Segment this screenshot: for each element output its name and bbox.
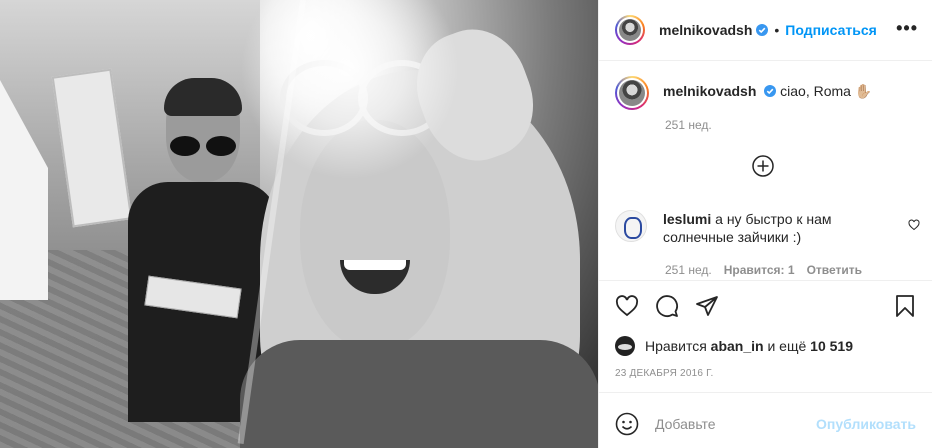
photo-man-glasses <box>168 136 238 158</box>
verified-badge-icon <box>764 85 777 97</box>
liker-username[interactable]: aban_in <box>711 338 764 354</box>
verified-badge-icon <box>756 24 769 36</box>
more-options-icon[interactable]: ••• <box>896 18 918 39</box>
hand-emoji-icon: ✋🏼 <box>854 83 873 99</box>
comment-reply-button[interactable]: Ответить <box>807 263 862 277</box>
comment-text: leslumi а ну быстро к нам солнечные зайч… <box>663 210 893 246</box>
post-panel: melnikovadsh • Подписаться ••• melnikova… <box>598 0 932 448</box>
photo-woman-jacket <box>240 340 598 448</box>
comment-username[interactable]: leslumi <box>663 211 711 227</box>
post-modal: melnikovadsh • Подписаться ••• melnikova… <box>0 0 932 448</box>
post-header: melnikovadsh • Подписаться ••• <box>599 0 932 61</box>
comment-item: leslumi а ну быстро к нам солнечные зайч… <box>615 210 915 246</box>
photo-man-hair <box>164 78 242 116</box>
comment-like-heart-icon[interactable] <box>908 219 920 231</box>
likes-prefix: Нравится <box>645 338 707 354</box>
caption-avatar[interactable] <box>615 76 649 110</box>
add-comment-input[interactable] <box>653 415 837 433</box>
divider <box>599 280 932 281</box>
liker-avatar[interactable] <box>615 336 635 356</box>
follow-button[interactable]: Подписаться <box>785 22 877 38</box>
caption-body: ciao, Roma <box>780 83 851 99</box>
likes-middle: и ещё <box>767 338 807 354</box>
header-dot: • <box>774 22 780 38</box>
load-more-comments-icon[interactable] <box>752 155 774 177</box>
post-actions <box>599 290 932 322</box>
share-send-icon[interactable] <box>695 294 719 318</box>
add-comment-row: Опубликовать <box>599 400 932 448</box>
author-username[interactable]: melnikovadsh <box>659 22 752 38</box>
caption: melnikovadsh ciao, Roma ✋🏼 <box>615 76 915 110</box>
comment-meta: 251 нед. Нравится: 1 Ответить <box>665 263 862 277</box>
divider <box>599 392 932 393</box>
photo-woman-teeth <box>344 260 406 270</box>
post-photo[interactable] <box>0 0 598 448</box>
likes-count[interactable]: 10 519 <box>810 338 853 354</box>
save-bookmark-icon[interactable] <box>893 294 917 318</box>
comment-avatar[interactable] <box>615 210 647 242</box>
comment-time[interactable]: 251 нед. <box>665 263 712 277</box>
likes-summary: Нравится aban_in и ещё 10 519 <box>615 336 853 356</box>
comment-bubble-icon[interactable] <box>655 294 679 318</box>
publish-button[interactable]: Опубликовать <box>816 416 916 432</box>
post-date[interactable]: 23 ДЕКАБРЯ 2016 Г. <box>615 368 713 379</box>
emoji-icon[interactable] <box>615 412 639 436</box>
caption-text: melnikovadsh ciao, Roma ✋🏼 <box>663 76 872 110</box>
caption-time[interactable]: 251 нед. <box>665 118 712 132</box>
caption-username[interactable]: melnikovadsh <box>663 83 756 99</box>
comment-likes[interactable]: Нравится: 1 <box>724 263 795 277</box>
like-heart-icon[interactable] <box>615 294 639 318</box>
author-avatar[interactable] <box>615 15 645 45</box>
